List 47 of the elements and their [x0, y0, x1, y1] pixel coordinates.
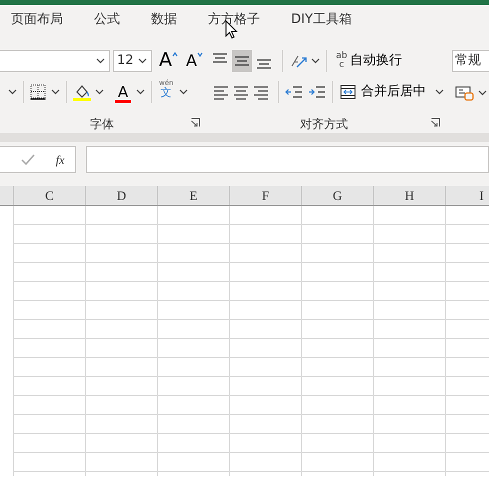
caret-icon[interactable]	[8, 88, 17, 94]
ribbon-tab[interactable]: 数据	[148, 10, 189, 30]
column-header[interactable]: C	[13, 186, 85, 205]
group-label: 对齐方式	[300, 116, 348, 133]
caret-icon[interactable]	[179, 88, 188, 94]
ribbon-tab[interactable]: DIY工具箱	[288, 10, 364, 30]
font-name-field[interactable]	[0, 50, 110, 72]
column-header[interactable]: E	[157, 186, 229, 205]
column-header[interactable]: H	[373, 186, 445, 205]
group-label: 字体	[90, 116, 114, 133]
insert-function-button[interactable]: fx	[56, 150, 64, 168]
wrap-text-icon: ab c	[336, 52, 348, 70]
ribbon-tab[interactable]: 方方格子	[205, 10, 272, 30]
shrink-font-button[interactable]: A	[185, 50, 204, 72]
grow-font-button[interactable]: A	[158, 50, 179, 72]
launcher-icon[interactable]	[190, 118, 200, 127]
caret-icon[interactable]	[51, 88, 60, 94]
column-header[interactable]: D	[85, 186, 157, 205]
ribbon-tab[interactable]: 公式	[91, 10, 132, 30]
column-header[interactable]: I	[445, 186, 489, 205]
font-color-button[interactable]: A	[114, 80, 132, 104]
formula-input[interactable]	[86, 146, 489, 173]
chevron-up-icon	[172, 50, 178, 58]
caret-icon[interactable]	[138, 58, 147, 64]
column-header[interactable]: G	[301, 186, 373, 205]
caret-icon[interactable]	[96, 58, 105, 64]
merge-cells-icon	[340, 84, 356, 100]
caret-icon[interactable]	[310, 58, 320, 64]
currency-format-icon[interactable]	[454, 85, 475, 101]
fill-color-icon[interactable]	[73, 82, 91, 100]
ribbon-tab[interactable]: 页面布局	[8, 10, 75, 30]
increase-indent-icon[interactable]	[308, 84, 326, 100]
caret-icon[interactable]	[434, 88, 444, 94]
align-center-icon[interactable]	[232, 84, 249, 100]
caret-icon[interactable]	[95, 88, 104, 94]
border-icon[interactable]	[30, 84, 46, 100]
align-left-icon[interactable]	[212, 84, 229, 100]
caret-icon[interactable]	[136, 88, 145, 94]
merge-center-button[interactable]: 合并后居中	[338, 80, 427, 102]
column-header[interactable]: F	[229, 186, 301, 205]
number-format-field[interactable]: 常规	[452, 50, 489, 72]
chevron-down-icon	[196, 50, 203, 58]
decrease-indent-icon[interactable]	[284, 84, 303, 100]
align-right-icon[interactable]	[252, 84, 269, 100]
caret-icon[interactable]	[478, 90, 487, 96]
font-size-field[interactable]: 12	[113, 50, 152, 72]
launcher-icon[interactable]	[430, 118, 440, 127]
